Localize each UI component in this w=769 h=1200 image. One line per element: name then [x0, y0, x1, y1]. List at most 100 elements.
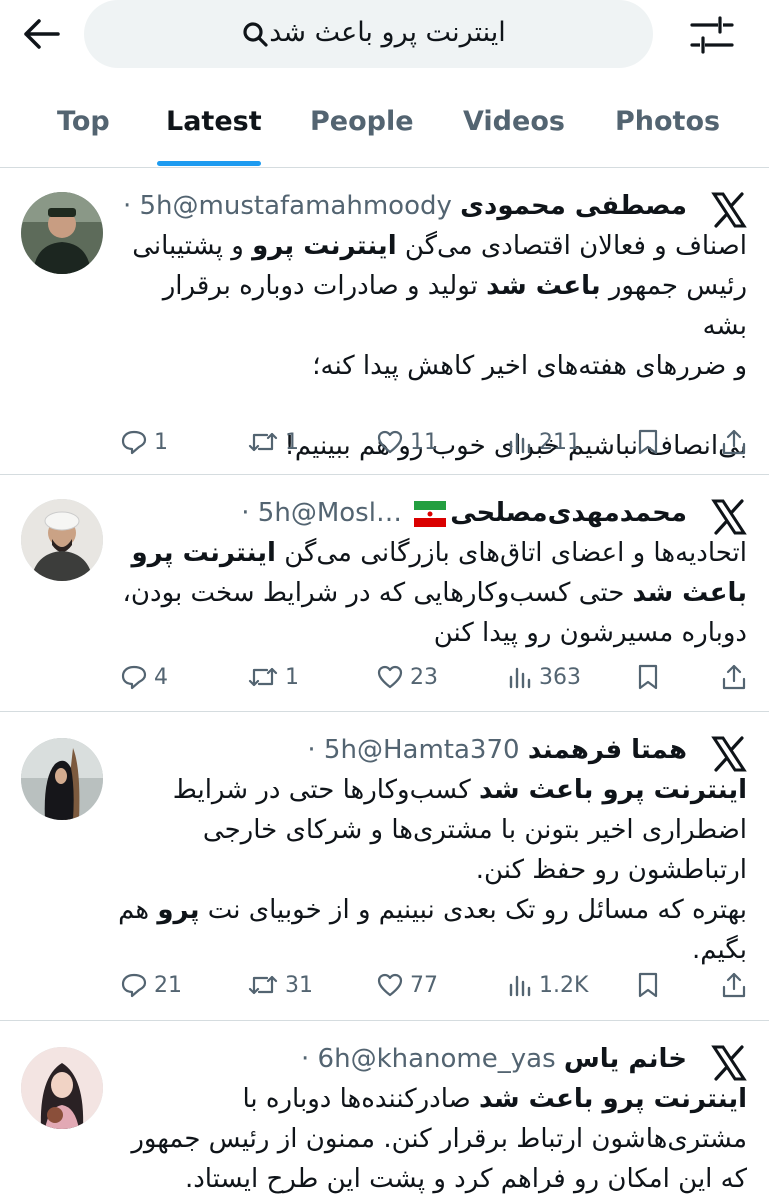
user-handle[interactable]: @khanome_yas — [351, 1044, 556, 1074]
share-button[interactable] — [721, 965, 753, 1005]
display-name[interactable]: مصطفی محمودی — [460, 191, 687, 221]
share-icon — [722, 972, 746, 998]
repost-icon — [248, 432, 278, 452]
post[interactable]: خانم یاس @khanome_yas· 6h اینترنت پرو با… — [0, 1021, 769, 1200]
display-name[interactable]: خانم یاس — [564, 1044, 687, 1074]
search-bar[interactable]: اینترنت پرو باعث شد — [84, 0, 653, 68]
post-text-line: اینترنت پرو باعث شد کسب‌وکارها حتی در شر… — [172, 775, 747, 805]
post[interactable]: مصطفی محمودی @mustafamahmoody· 5h اصناف … — [0, 168, 769, 474]
post-actions: 4 1 23 363 — [0, 657, 769, 697]
repost-count: 31 — [285, 972, 313, 998]
avatar[interactable] — [21, 1047, 103, 1129]
views-icon — [509, 975, 531, 997]
post[interactable]: محمدمهدی‌مصلحی @Mosl…· 5h اتحادیه‌ها و ا… — [0, 475, 769, 711]
repost-button[interactable]: 31 — [247, 965, 313, 1005]
reply-count: 4 — [154, 664, 168, 690]
post-time: · 5h — [122, 191, 173, 221]
search-filter-icon[interactable] — [688, 14, 736, 56]
reply-icon — [121, 430, 147, 455]
avatar[interactable] — [21, 499, 103, 581]
highlighted-term: اینترنت پرو باعث شد — [478, 1084, 747, 1114]
bookmark-button[interactable] — [636, 422, 666, 462]
heart-icon — [377, 665, 403, 689]
post-actions: 21 31 77 1.2K — [0, 965, 769, 1005]
post-header: مصطفی محمودی @mustafamahmoody· 5h — [115, 188, 687, 224]
search-query[interactable]: اینترنت پرو باعث شد — [269, 17, 506, 48]
bookmark-icon — [638, 664, 658, 690]
reply-button[interactable]: 21 — [120, 965, 182, 1005]
post-header: خانم یاس @khanome_yas· 6h — [115, 1041, 687, 1077]
post-text-line: بگیم. — [691, 935, 747, 965]
like-button[interactable]: 77 — [376, 965, 438, 1005]
avatar[interactable] — [21, 738, 103, 820]
views-button[interactable]: 211 — [507, 422, 581, 462]
highlighted-term: باعث شد — [632, 578, 747, 608]
bookmark-button[interactable] — [636, 965, 666, 1005]
avatar[interactable] — [21, 192, 103, 274]
view-count: 211 — [539, 429, 581, 455]
display-name[interactable]: محمدمهدی‌مصلحی — [450, 498, 687, 528]
post-text-line: و ضررهای هفته‌های اخیر کاهش پیدا کنه؛ — [312, 351, 747, 381]
heart-icon — [377, 973, 403, 997]
tab-latest[interactable]: Latest — [166, 104, 262, 140]
heart-icon — [377, 430, 403, 454]
highlighted-term: اینترنت پرو — [131, 538, 276, 568]
top-bar: اینترنت پرو باعث شد — [0, 0, 769, 70]
like-count: 77 — [410, 972, 438, 998]
views-icon — [509, 432, 531, 454]
bookmark-button[interactable] — [636, 657, 666, 697]
repost-button[interactable]: 1 — [247, 657, 299, 697]
view-count: 363 — [539, 664, 581, 690]
active-tab-indicator — [157, 161, 261, 166]
tab-people[interactable]: People — [310, 104, 414, 140]
repost-icon — [248, 667, 278, 687]
highlighted-term: پرو — [157, 895, 200, 925]
user-handle[interactable]: @Hamta370 — [357, 735, 520, 765]
repost-count: 1 — [285, 429, 299, 455]
share-icon — [722, 429, 746, 455]
post-header: همتا فرهمند @Hamta370· 5h — [115, 732, 687, 768]
like-count: 23 — [410, 664, 438, 690]
post-text-line: اصناف و فعالان اقتصادی می‌گن اینترنت پرو… — [132, 231, 747, 261]
repost-icon — [248, 975, 278, 995]
post-text-line: ارتباطشون رو حفظ کنن. — [475, 855, 747, 885]
post-text-line: مشتری‌هاشون ارتباط برقرار کنن. ممنون از … — [131, 1124, 747, 1154]
share-button[interactable] — [721, 422, 753, 462]
post-text: اینترنت پرو باعث شد صادرکننده‌ها دوباره … — [115, 1079, 747, 1199]
x-logo-icon — [709, 734, 749, 774]
post-text-line: که این امکان رو فراهم کرد و پشت این طرح … — [184, 1164, 747, 1194]
reply-icon — [121, 665, 147, 690]
reply-count: 21 — [154, 972, 182, 998]
post-text: اینترنت پرو باعث شد کسب‌وکارها حتی در شر… — [115, 770, 747, 970]
search-icon — [243, 21, 268, 47]
like-count: 11 — [410, 429, 438, 455]
share-button[interactable] — [721, 657, 753, 697]
tab-top[interactable]: Top — [57, 104, 110, 140]
reply-button[interactable]: 1 — [120, 422, 168, 462]
highlighted-term: باعث شد — [486, 271, 601, 301]
post[interactable]: همتا فرهمند @Hamta370· 5h اینترنت پرو با… — [0, 712, 769, 1020]
share-icon — [722, 664, 746, 690]
display-name[interactable]: همتا فرهمند — [528, 735, 687, 765]
bookmark-icon — [638, 972, 658, 998]
user-handle[interactable]: @Mosl… — [291, 498, 402, 528]
highlighted-term: اینترنت پرو — [252, 231, 397, 261]
repost-button[interactable]: 1 — [247, 422, 299, 462]
post-text-line — [115, 386, 747, 426]
views-button[interactable]: 1.2K — [507, 965, 588, 1005]
reply-count: 1 — [154, 429, 168, 455]
like-button[interactable]: 11 — [376, 422, 438, 462]
post-text-line: دوباره مسیرشون رو پیدا کنن — [433, 618, 747, 648]
views-button[interactable]: 363 — [507, 657, 581, 697]
back-arrow-icon[interactable] — [22, 16, 62, 52]
repost-count: 1 — [285, 664, 299, 690]
post-header: محمدمهدی‌مصلحی @Mosl…· 5h — [115, 495, 687, 531]
tab-photos[interactable]: Photos — [615, 104, 720, 140]
post-time: · 6h — [301, 1044, 351, 1074]
tab-videos[interactable]: Videos — [463, 104, 565, 140]
user-handle[interactable]: @mustafamahmoody — [173, 191, 452, 221]
like-button[interactable]: 23 — [376, 657, 438, 697]
post-text-line: اضطراری اخیر بتونن با مشتری‌ها و شرکای خ… — [202, 815, 747, 845]
post-text-line: رئیس جمهور باعث شد تولید و صادرات دوباره… — [162, 271, 747, 341]
reply-button[interactable]: 4 — [120, 657, 168, 697]
